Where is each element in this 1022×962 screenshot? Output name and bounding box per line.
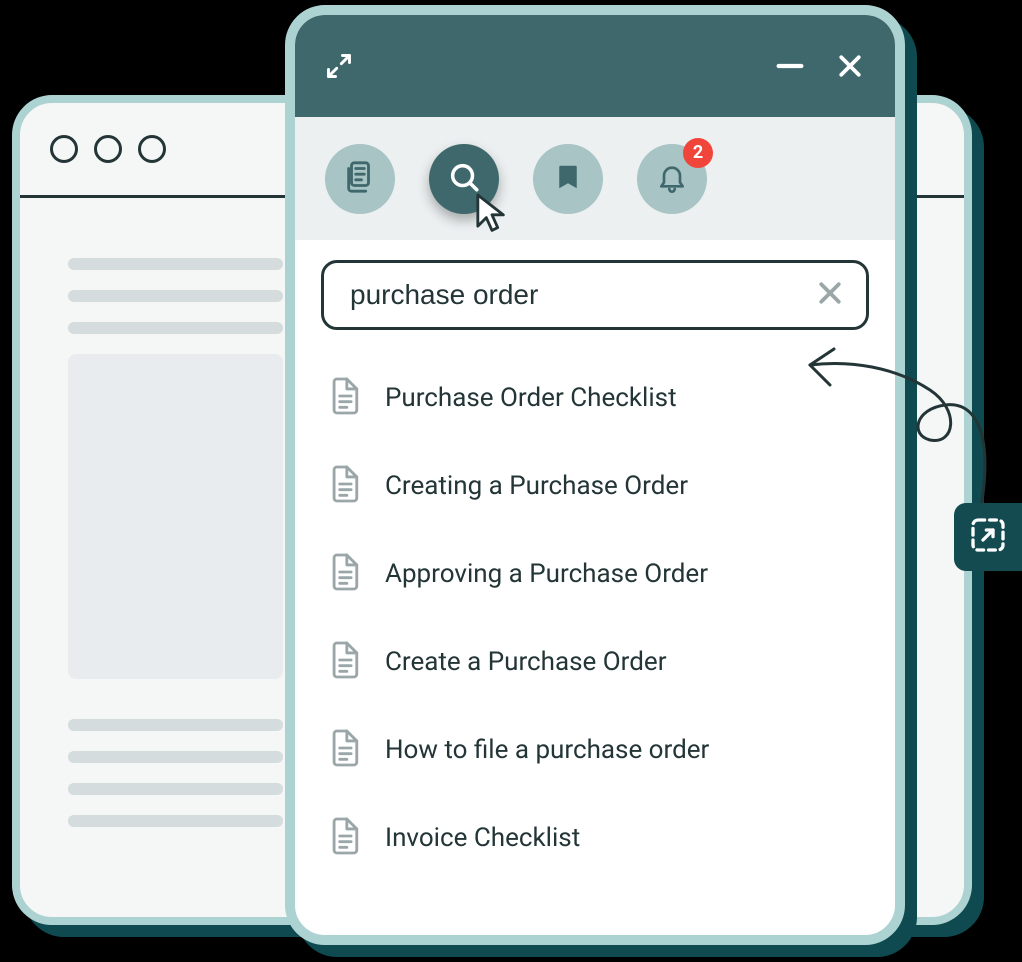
placeholder-line	[68, 322, 283, 334]
search-result-item[interactable]: Creating a Purchase Order	[323, 442, 867, 530]
document-icon	[327, 552, 361, 596]
window-dot	[138, 135, 166, 163]
panel-toolbar: 2	[295, 117, 895, 240]
result-label: Invoice Checklist	[385, 823, 580, 853]
placeholder-line	[68, 815, 283, 827]
search-results: Purchase Order Checklist Creating a Purc…	[295, 340, 895, 935]
clear-search-button[interactable]	[810, 275, 850, 315]
panel-titlebar	[295, 15, 895, 117]
close-icon	[815, 278, 845, 312]
search-box[interactable]	[321, 260, 869, 330]
document-icon	[327, 816, 361, 860]
search-button[interactable]	[429, 144, 499, 214]
window-dot	[50, 135, 78, 163]
document-icon	[327, 640, 361, 684]
bookmarks-button[interactable]	[533, 144, 603, 214]
document-stack-icon	[343, 160, 377, 198]
documents-button[interactable]	[325, 144, 395, 214]
result-label: Purchase Order Checklist	[385, 383, 677, 413]
result-label: Create a Purchase Order	[385, 647, 667, 677]
search-input[interactable]	[348, 278, 800, 312]
search-result-item[interactable]: Purchase Order Checklist	[323, 354, 867, 442]
side-widget-button[interactable]	[954, 503, 1022, 571]
notification-badge: 2	[683, 138, 713, 168]
bookmark-icon	[553, 162, 583, 196]
window-dot	[94, 135, 122, 163]
placeholder-line	[68, 258, 283, 270]
document-icon	[327, 728, 361, 772]
document-icon	[327, 464, 361, 508]
search-result-item[interactable]: Invoice Checklist	[323, 794, 867, 882]
placeholder-line	[68, 783, 283, 795]
placeholder-line	[68, 751, 283, 763]
search-panel-window: 2 Purchase Order Checklist Creating a Pu…	[285, 5, 905, 945]
placeholder-block	[68, 354, 283, 679]
document-icon	[327, 376, 361, 420]
search-result-item[interactable]: How to file a purchase order	[323, 706, 867, 794]
open-widget-icon	[968, 515, 1008, 559]
minimize-icon[interactable]	[773, 49, 807, 83]
result-label: How to file a purchase order	[385, 735, 709, 765]
placeholder-line	[68, 719, 283, 731]
search-icon	[447, 160, 481, 198]
search-result-item[interactable]: Approving a Purchase Order	[323, 530, 867, 618]
bell-icon	[656, 161, 688, 197]
placeholder-line	[68, 290, 283, 302]
result-label: Approving a Purchase Order	[385, 559, 708, 589]
result-label: Creating a Purchase Order	[385, 471, 688, 501]
expand-icon[interactable]	[325, 52, 353, 80]
notifications-button[interactable]: 2	[637, 144, 707, 214]
search-result-item[interactable]: Create a Purchase Order	[323, 618, 867, 706]
close-icon[interactable]	[835, 51, 865, 81]
